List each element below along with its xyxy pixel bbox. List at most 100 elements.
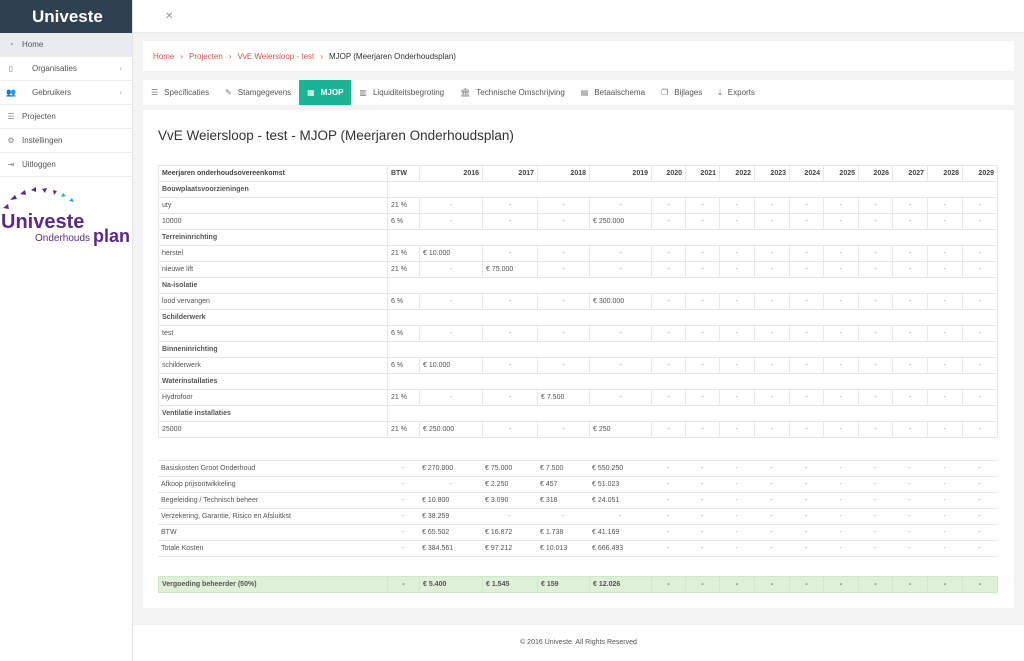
breadcrumb-home[interactable]: Home — [153, 52, 174, 61]
year-cell: - — [754, 245, 790, 262]
vergoeding-table: Vergoeding beheerder (50%) - € 5.400 € 1.54… — [158, 576, 998, 593]
summary-cell: - — [962, 508, 997, 525]
summary-cell: - — [754, 508, 789, 525]
tab-label: Bijlages — [674, 88, 703, 97]
column-header-2023: 2023 — [754, 165, 790, 182]
btw-cell: 6 % — [387, 325, 420, 342]
summary-row: Totale Kosten - € 384.561 € 97.212 € 10.013 €… — [158, 540, 997, 557]
tab-bar: ☰ Specificaties ✎ Stamgegevens ▦ MJOP ▥ Liquidi… — [143, 80, 1014, 105]
tab-betaalschema[interactable]: ▤ Betaalschema — [573, 80, 653, 105]
year-cell: - — [823, 261, 859, 278]
summary-cell: - — [892, 476, 927, 493]
row-label: nieuwe lift — [158, 261, 388, 278]
year-cell: - — [754, 197, 790, 214]
summary-cell: - — [754, 492, 789, 509]
year-cell: - — [962, 357, 998, 374]
vergoeding-label: Vergoeding beheerder (50%) — [158, 576, 388, 593]
column-header-2017: 2017 — [482, 165, 538, 182]
year-cell: - — [419, 293, 483, 310]
summary-row: Begeleiding / Technisch beheer - € 10.800 €… — [158, 492, 997, 509]
group-spacer — [387, 309, 998, 326]
summary-cell: - — [685, 524, 719, 541]
collapse-toggle-icon[interactable]: ✕ — [165, 11, 173, 22]
sidebar-item-organisaties[interactable]: ▯ Organisaties ‹ — [0, 57, 132, 81]
sidebar-item-home[interactable]: ◔ Home — [0, 33, 132, 57]
year-cell: - — [482, 389, 538, 406]
table-row: schilderwerk 6 % € 10.000- - - - - - - - - - - - - — [158, 357, 998, 374]
summary-cell: - — [962, 460, 997, 477]
year-cell: - — [685, 261, 720, 278]
vergoeding-cell: - — [823, 576, 859, 593]
year-cell: - — [537, 421, 590, 438]
tab-exports[interactable]: ⤓ Exports — [710, 80, 763, 105]
column-header-2028: 2028 — [927, 165, 963, 182]
breadcrumb: Home › Projecten › VvE Weiersloop - test… — [143, 41, 1014, 71]
year-cell: - — [962, 389, 998, 406]
sidebar-item-gebruikers[interactable]: 👥 Gebruikers ‹ — [0, 81, 132, 105]
brand-title[interactable]: Univeste — [0, 0, 132, 33]
year-cell: - — [927, 213, 963, 230]
summary-cell: - — [823, 476, 858, 493]
year-cell: - — [789, 197, 824, 214]
year-cell: - — [685, 421, 720, 438]
year-cell: - — [651, 325, 686, 342]
summary-cell: € 7.500 — [537, 460, 589, 477]
year-cell: - — [754, 357, 790, 374]
year-cell: - — [927, 245, 963, 262]
tab-liquiditeitsbegroting[interactable]: ▥ Liquiditeitsbegroting — [351, 80, 452, 105]
summary-cell: - — [685, 540, 719, 557]
summary-cell: - — [892, 460, 927, 477]
tab-technische-omschrijving[interactable]: 🏛 Technische Omschrijving — [452, 80, 573, 105]
year-cell: - — [537, 261, 590, 278]
summary-label: Basiskosten Groot Onderhoud — [158, 460, 387, 477]
calendar-icon: ▦ — [307, 88, 315, 97]
summary-cell: - — [962, 540, 997, 557]
year-cell: - — [858, 293, 893, 310]
sidebar-item-projecten[interactable]: ☰ Projecten — [0, 105, 132, 129]
sidebar-item-uitloggen[interactable]: ⇥ Uitloggen — [0, 153, 132, 177]
summary-cell: - — [962, 492, 997, 509]
summary-cell: - — [927, 476, 962, 493]
group-label: Terreininrichting — [158, 229, 388, 246]
group-spacer — [387, 405, 998, 422]
row-label: lood vervangen — [158, 293, 388, 310]
year-cell: - — [823, 197, 859, 214]
btw-cell: 21 % — [387, 261, 420, 278]
year-cell: - — [537, 293, 590, 310]
gear-icon: ⚙ — [7, 136, 15, 145]
group-label: Na-isolatie — [158, 277, 388, 294]
tab-specificaties[interactable]: ☰ Specificaties — [143, 80, 217, 105]
group-row: Schilderwerk — [158, 309, 998, 326]
year-cell: - — [892, 357, 928, 374]
vergoeding-cell: € 5.400 — [419, 576, 483, 593]
breadcrumb-project[interactable]: VvE Weiersloop - test — [237, 52, 314, 61]
summary-cell: - — [892, 492, 927, 509]
summary-cell: - — [651, 508, 685, 525]
summary-cell: - — [892, 508, 927, 525]
summary-cell: - — [719, 524, 754, 541]
sidebar-item-instellingen[interactable]: ⚙ Instellingen — [0, 129, 132, 153]
table-row: 25000 21 % € 250.000- - € 250- - - - - - - - - - — [158, 421, 998, 438]
chevron-left-icon: ‹ — [119, 88, 122, 97]
year-cell: - — [589, 245, 652, 262]
year-cell: - — [823, 213, 859, 230]
year-cell: - — [651, 357, 686, 374]
year-cell: - — [537, 325, 590, 342]
tab-bijlages[interactable]: ❐ Bijlages — [653, 80, 710, 105]
pencil-icon: ✎ — [225, 88, 232, 97]
year-cell: - — [719, 213, 755, 230]
year-cell: - — [754, 293, 790, 310]
tab-mjop[interactable]: ▦ MJOP — [299, 80, 352, 105]
year-cell: - — [892, 421, 928, 438]
mjop-table: Meerjaren onderhoudsovereenkomst BTW 2016 2… — [158, 165, 998, 438]
vergoeding-cell: - — [789, 576, 824, 593]
year-cell: - — [823, 389, 859, 406]
group-row: Ventilatie installaties — [158, 405, 998, 422]
summary-cell: - — [537, 508, 589, 525]
breadcrumb-projecten[interactable]: Projecten — [189, 52, 223, 61]
tab-stamgegevens[interactable]: ✎ Stamgegevens — [217, 80, 299, 105]
group-spacer — [387, 277, 998, 294]
year-cell: - — [419, 197, 483, 214]
summary-cell: - — [962, 524, 997, 541]
year-cell: - — [537, 213, 590, 230]
